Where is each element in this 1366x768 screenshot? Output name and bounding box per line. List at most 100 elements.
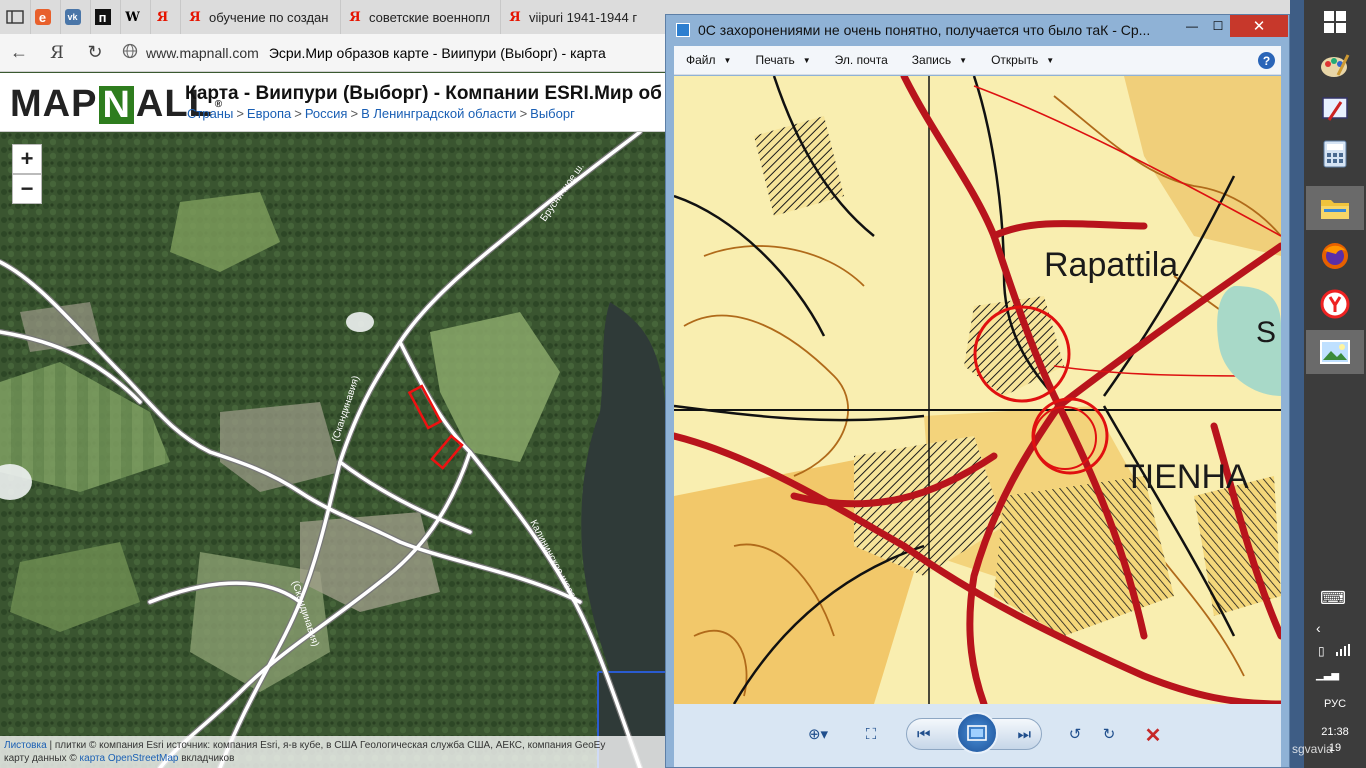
zoom-button[interactable]: ⊕▾ xyxy=(798,719,838,749)
map-place-label: S xyxy=(1256,316,1276,349)
menu-file[interactable]: Файл ▼ xyxy=(674,46,743,75)
dropdown-arrow-icon: ▼ xyxy=(1046,55,1055,65)
e-icon: e xyxy=(34,9,51,25)
breadcrumb-vyborg[interactable]: Выборг xyxy=(530,106,575,121)
tab-pinned-vk[interactable]: vk xyxy=(60,0,90,34)
zoom-out-button[interactable]: − xyxy=(12,174,42,204)
help-icon[interactable]: ? xyxy=(1258,52,1275,69)
maximize-button[interactable]: ☐ xyxy=(1206,15,1230,37)
menu-open[interactable]: Открыть ▼ xyxy=(979,46,1066,75)
tab-pinned-wikipedia[interactable]: W xyxy=(120,0,150,34)
old-finnish-map-image[interactable]: Rapattila TIENHA S xyxy=(674,76,1281,704)
viewer-title: 0С захоронениями не очень понятно, получ… xyxy=(698,22,1151,38)
photo-viewer-icon[interactable] xyxy=(1306,330,1364,374)
firefox-icon[interactable] xyxy=(1306,234,1364,278)
map-link[interactable]: карта xyxy=(80,753,106,764)
breadcrumb-countries[interactable]: Страны xyxy=(187,106,233,121)
breadcrumb: Страны > Европа > Россия > В Ленинградской обл… xyxy=(187,106,575,121)
close-button[interactable]: ✕ xyxy=(1230,15,1288,37)
photo-viewer-window: 0С захоронениями не очень понятно, получ… xyxy=(665,14,1290,768)
attribution-text: вкладчиков xyxy=(181,753,235,764)
keyboard-icon[interactable]: ⌨ xyxy=(1320,588,1346,609)
menu-label: Файл xyxy=(686,53,716,67)
p-icon: п xyxy=(94,9,111,25)
reload-button[interactable]: ↻ xyxy=(76,34,114,72)
osm-link[interactable]: OpenStreetMap xyxy=(108,753,179,764)
clock-time[interactable]: 21:38 xyxy=(1304,726,1366,738)
attribution-text: карту данных © xyxy=(4,753,77,764)
tab-label: советские военнопл xyxy=(369,9,490,25)
yandex-icon: Я xyxy=(349,9,361,25)
language-indicator[interactable]: РУС xyxy=(1304,698,1366,710)
actual-size-button[interactable]: ⛶ xyxy=(854,719,888,749)
menu-label: Эл. почта xyxy=(834,53,888,67)
signal-icon[interactable]: ▁▃▅ xyxy=(1316,670,1339,681)
yandex-home-button[interactable]: Я xyxy=(38,34,76,72)
url-page-title: Эсри.Мир образов карте - Виипури (Выборг… xyxy=(268,44,606,61)
tab-obuchenie[interactable]: Я обучение по создан xyxy=(180,0,340,34)
yandex-browser-icon[interactable] xyxy=(1306,282,1364,326)
previous-button[interactable]: ⏮ xyxy=(907,719,941,749)
map-place-label: TIENHA xyxy=(1124,458,1249,496)
breadcrumb-leningrad-oblast[interactable]: В Ленинградской области xyxy=(361,106,517,121)
yandex-icon: Я xyxy=(509,9,521,25)
tab-label: обучение по создан xyxy=(209,9,329,25)
file-explorer-icon[interactable] xyxy=(1306,186,1364,230)
tab-pinned-yandex[interactable]: Я xyxy=(150,0,180,34)
desktop-background xyxy=(1290,0,1304,768)
viewer-toolbar: ⊕▾ ⛶ ⏮ ⏭ ↺ ↻ ✕ xyxy=(674,704,1281,767)
attribution-text: | плитки © компания Esri источник: компа… xyxy=(49,740,606,751)
menu-print[interactable]: Печать ▼ xyxy=(743,46,822,75)
battery-icon[interactable]: ▯ xyxy=(1318,644,1325,658)
satellite-imagery[interactable]: (Скандинавия) (Скандинавия) Калининское … xyxy=(0,132,666,768)
tab-pinned-e[interactable]: e xyxy=(30,0,60,34)
breadcrumb-europe[interactable]: Европа xyxy=(247,106,291,121)
breadcrumb-separator: > xyxy=(236,106,244,121)
tab-viipuri[interactable]: Я viipuri 1941-1944 г xyxy=(500,0,660,34)
breadcrumb-separator: > xyxy=(519,106,528,121)
leaflet-link[interactable]: Листовка xyxy=(4,740,47,751)
photo-viewer-icon xyxy=(676,23,690,37)
breadcrumb-russia[interactable]: Россия xyxy=(305,106,348,121)
next-button[interactable]: ⏭ xyxy=(1008,719,1042,749)
logo-part: MAP xyxy=(10,83,98,125)
menu-email[interactable]: Эл. почта xyxy=(823,46,900,75)
menu-burn[interactable]: Запись ▼ xyxy=(900,46,979,75)
rotate-left-button[interactable]: ↺ xyxy=(1058,719,1092,749)
dropdown-arrow-icon: ▼ xyxy=(959,55,968,65)
url-domain: www.mapnall.com xyxy=(146,44,259,61)
vk-icon: vk xyxy=(64,9,81,25)
map-place-label: Rapattila xyxy=(1044,246,1178,284)
page-title: Карта - Виипури (Выборг) - Компании ESRI… xyxy=(185,83,662,104)
slideshow-button[interactable] xyxy=(956,712,998,754)
back-button[interactable]: ← xyxy=(0,34,38,72)
yandex-icon: Я xyxy=(189,9,201,25)
paint-icon[interactable] xyxy=(1306,44,1364,88)
logo-part: N xyxy=(99,85,134,124)
url-field[interactable]: www.mapnall.com Эсри.Мир образов карте -… xyxy=(114,39,606,67)
calculator-icon[interactable] xyxy=(1306,132,1364,176)
minimize-button[interactable]: — xyxy=(1180,15,1204,37)
satellite-map[interactable]: (Скандинавия) (Скандинавия) Калининское … xyxy=(0,132,666,768)
dropdown-arrow-icon: ▼ xyxy=(723,55,732,65)
delete-button[interactable]: ✕ xyxy=(1139,723,1167,747)
tab-label: viipuri 1941-1944 г xyxy=(529,9,638,25)
chevron-up-icon[interactable]: ‹ xyxy=(1316,620,1321,636)
snipping-icon[interactable] xyxy=(1306,88,1364,132)
site-header: MAP N ALL ® Карта - Виипури (Выборг) - Комп… xyxy=(0,73,666,132)
yandex-icon: Я xyxy=(156,9,169,25)
tab-sovetskie[interactable]: Я советские военнопл xyxy=(340,0,500,34)
watermark: sgvavia xyxy=(1292,742,1333,756)
rotate-right-button[interactable]: ↻ xyxy=(1092,719,1126,749)
windows-start-icon[interactable] xyxy=(1306,0,1364,44)
viewer-menu-bar: Файл ▼ Печать ▼ Эл. почта Запись ▼ Открыть ▼… xyxy=(674,46,1281,75)
menu-label: Запись xyxy=(911,53,952,67)
taskbar: ⌨ ‹ ▯ ▁▃▅ РУС 21:38 19 xyxy=(1304,0,1366,768)
zoom-in-button[interactable]: + xyxy=(12,144,42,174)
site-info-icon[interactable] xyxy=(122,43,138,62)
tab-pinned-p[interactable]: п xyxy=(90,0,120,34)
network-icon[interactable] xyxy=(1336,644,1350,659)
dropdown-arrow-icon: ▼ xyxy=(802,55,811,65)
menu-label: Печать xyxy=(755,53,795,67)
sidebar-icon[interactable] xyxy=(0,0,30,34)
